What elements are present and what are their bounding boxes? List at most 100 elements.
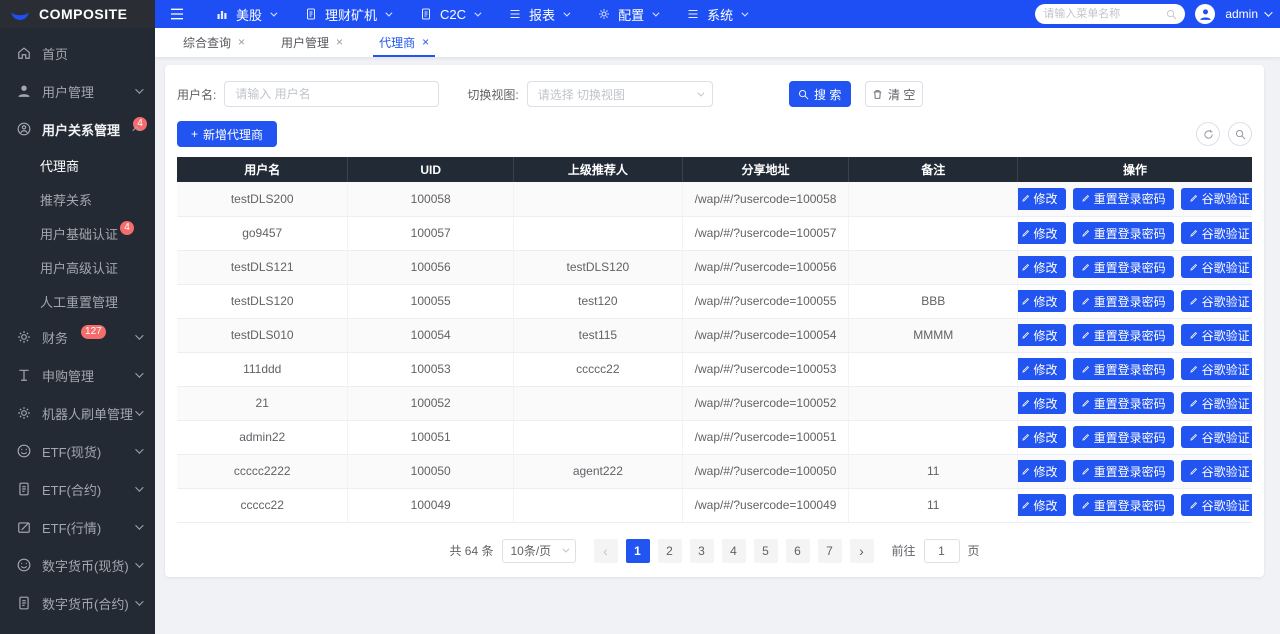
google-verify-button[interactable]: 谷歌验证	[1181, 460, 1252, 482]
robot-icon	[17, 406, 31, 420]
sidebar-subitem-agents[interactable]: 代理商	[0, 148, 155, 182]
page-button-6[interactable]: 6	[786, 539, 810, 563]
sidebar-subitem-manual-reset[interactable]: 人工重置管理	[0, 284, 155, 318]
sidebar: COMPOSITE 首页 用户管理 用户关系管理 4 代理商 推荐关系 用户基础…	[0, 0, 155, 634]
user-dropdown[interactable]: admin	[1225, 7, 1270, 21]
sidebar-item-etf-contract[interactable]: ETF(合约)	[0, 470, 155, 508]
pen-icon	[1081, 297, 1090, 306]
sidebar-item-etf-spot[interactable]: ETF(现货)	[0, 432, 155, 470]
pen-icon	[1081, 229, 1090, 238]
reset-password-button[interactable]: 重置登录密码	[1073, 358, 1174, 380]
reset-password-button[interactable]: 重置登录密码	[1073, 460, 1174, 482]
search-button[interactable]: 搜 索	[789, 81, 851, 107]
sidebar-item-finance[interactable]: 财务 127	[0, 318, 155, 356]
sidebar-item-crypto-contract[interactable]: 数字货币(合约)	[0, 584, 155, 622]
close-icon[interactable]: ×	[238, 35, 245, 49]
cell-referrer	[513, 420, 682, 454]
cell-referrer: test120	[513, 284, 682, 318]
next-page-button[interactable]: ›	[850, 539, 874, 563]
reset-password-button[interactable]: 重置登录密码	[1073, 188, 1174, 210]
sidebar-subitem-advanced-kyc[interactable]: 用户高级认证	[0, 250, 155, 284]
column-search-button[interactable]	[1228, 122, 1252, 146]
refresh-button[interactable]	[1196, 122, 1220, 146]
reset-password-button[interactable]: 重置登录密码	[1073, 324, 1174, 346]
nav-menu-config[interactable]: 配置	[585, 0, 670, 28]
cell-username: testDLS010	[177, 318, 348, 352]
page-button-3[interactable]: 3	[690, 539, 714, 563]
sidebar-item-etf-quotes[interactable]: ETF(行情)	[0, 508, 155, 546]
username-input[interactable]	[224, 81, 439, 107]
table-row: 111ddd 100053 ccccc22 /wap/#/?usercode=1…	[177, 352, 1252, 386]
edit-button[interactable]: 修改	[1018, 494, 1066, 516]
sidebar-item-subscription[interactable]: 申购管理	[0, 356, 155, 394]
add-agent-button[interactable]: + 新增代理商	[177, 121, 277, 147]
plus-icon: +	[191, 127, 198, 141]
edit-button[interactable]: 修改	[1018, 256, 1066, 278]
close-icon[interactable]: ×	[336, 35, 343, 49]
reset-password-button[interactable]: 重置登录密码	[1073, 290, 1174, 312]
nav-menu-mining[interactable]: 理财矿机	[292, 0, 403, 28]
sidebar-item-user-management[interactable]: 用户管理	[0, 72, 155, 110]
edit-button[interactable]: 修改	[1018, 188, 1066, 210]
search-icon[interactable]	[1166, 9, 1177, 20]
goto-page-input[interactable]	[924, 539, 960, 563]
sidebar-item-home[interactable]: 首页	[0, 34, 155, 72]
prev-page-button[interactable]: ‹	[594, 539, 618, 563]
google-verify-button[interactable]: 谷歌验证	[1181, 290, 1252, 312]
cell-actions: 修改 重置登录密码 谷歌验证	[1018, 352, 1252, 386]
reset-password-button[interactable]: 重置登录密码	[1073, 222, 1174, 244]
google-verify-button[interactable]: 谷歌验证	[1181, 256, 1252, 278]
sidebar-item-crypto-quotes[interactable]: 数字货币(行情)	[0, 622, 155, 634]
google-verify-button[interactable]: 谷歌验证	[1181, 494, 1252, 516]
nav-menu-c2c[interactable]: C2C	[407, 0, 492, 28]
nav-menu-us-stocks[interactable]: 美股	[203, 0, 288, 28]
pen-icon	[1189, 331, 1198, 340]
google-verify-button[interactable]: 谷歌验证	[1181, 358, 1252, 380]
clear-button[interactable]: 清 空	[865, 81, 923, 107]
edit-button[interactable]: 修改	[1018, 358, 1066, 380]
google-verify-button[interactable]: 谷歌验证	[1181, 324, 1252, 346]
edit-button[interactable]: 修改	[1018, 460, 1066, 482]
tab-combined-query[interactable]: 综合查询 ×	[165, 27, 263, 57]
cell-username: admin22	[177, 420, 348, 454]
page-button-7[interactable]: 7	[818, 539, 842, 563]
edit-button[interactable]: 修改	[1018, 392, 1066, 414]
page-size-select[interactable]: 10条/页	[502, 539, 576, 563]
menu-search-input[interactable]	[1043, 8, 1160, 20]
reset-password-button[interactable]: 重置登录密码	[1073, 256, 1174, 278]
sidebar-subitem-basic-kyc[interactable]: 用户基础认证 4	[0, 216, 155, 250]
page-button-5[interactable]: 5	[754, 539, 778, 563]
page-button-4[interactable]: 4	[722, 539, 746, 563]
view-switch-select[interactable]: 请选择 切换视图	[527, 81, 713, 107]
sidebar-item-crypto-spot[interactable]: 数字货币(现货)	[0, 546, 155, 584]
reset-password-button[interactable]: 重置登录密码	[1073, 494, 1174, 516]
edit-button[interactable]: 修改	[1018, 222, 1066, 244]
table-row: 21 100052 /wap/#/?usercode=100052 修改	[177, 386, 1252, 420]
tab-agents[interactable]: 代理商 ×	[361, 27, 447, 57]
cell-share-url: /wap/#/?usercode=100054	[682, 318, 849, 352]
page-button-1[interactable]: 1	[626, 539, 650, 563]
nav-menu-reports[interactable]: 报表	[496, 0, 581, 28]
reset-password-button[interactable]: 重置登录密码	[1073, 426, 1174, 448]
username-label: 用户名:	[177, 86, 216, 103]
close-icon[interactable]: ×	[422, 35, 429, 49]
hamburger-menu-icon[interactable]	[169, 6, 185, 22]
google-verify-button[interactable]: 谷歌验证	[1181, 222, 1252, 244]
edit-button[interactable]: 修改	[1018, 290, 1066, 312]
sidebar-item-label: ETF(合约)	[42, 480, 101, 499]
reset-password-button[interactable]: 重置登录密码	[1073, 392, 1174, 414]
edit-button[interactable]: 修改	[1018, 324, 1066, 346]
sidebar-subitem-referrals[interactable]: 推荐关系	[0, 182, 155, 216]
tab-user-management[interactable]: 用户管理 ×	[263, 27, 361, 57]
google-verify-button[interactable]: 谷歌验证	[1181, 392, 1252, 414]
google-verify-button[interactable]: 谷歌验证	[1181, 188, 1252, 210]
chevron-down-icon	[135, 559, 143, 567]
page-button-2[interactable]: 2	[658, 539, 682, 563]
nav-menu-system[interactable]: 系统	[674, 0, 759, 28]
edit-button[interactable]: 修改	[1018, 426, 1066, 448]
google-verify-button[interactable]: 谷歌验证	[1181, 426, 1252, 448]
user-avatar[interactable]	[1195, 4, 1215, 24]
sidebar-item-robot[interactable]: 机器人刷单管理	[0, 394, 155, 432]
sidebar-item-user-relations[interactable]: 用户关系管理 4	[0, 110, 155, 148]
table-row: ccccc2222 100050 agent222 /wap/#/?userco…	[177, 454, 1252, 488]
